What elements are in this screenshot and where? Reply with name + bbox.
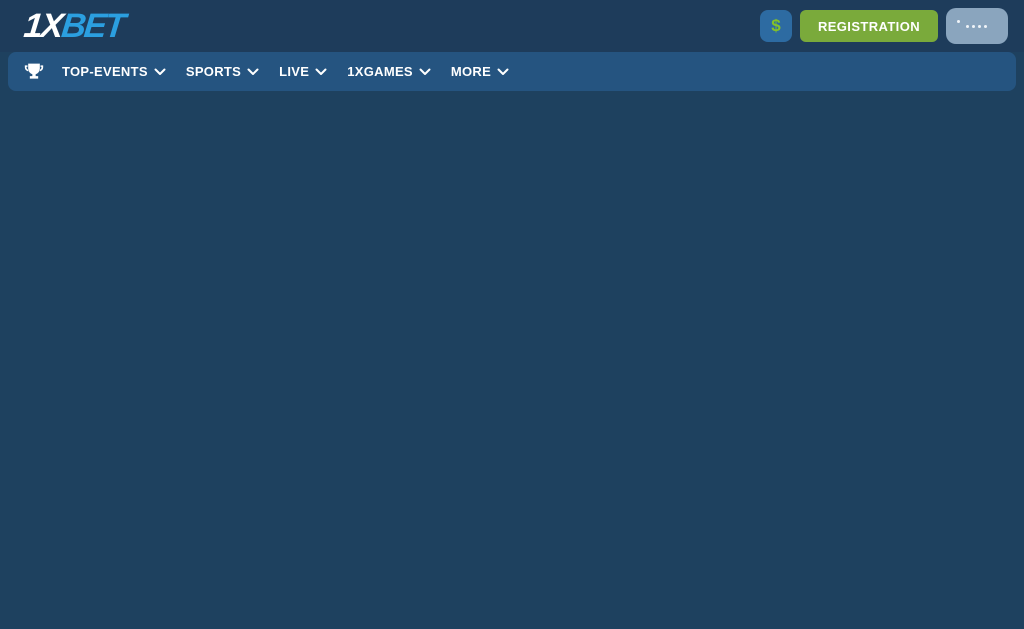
nav-item-label: 1XGAMES xyxy=(347,64,413,79)
trophy-icon xyxy=(24,62,44,82)
menu-dots-button[interactable] xyxy=(946,8,1008,44)
chevron-down-icon xyxy=(315,68,327,76)
page: 1XBET $ REGISTRATION TOP-EVENTS SPORTS L… xyxy=(0,0,1024,629)
nav-item-label: TOP-EVENTS xyxy=(62,64,148,79)
currency-button[interactable]: $ xyxy=(759,10,792,42)
nav-item-label: LIVE xyxy=(279,64,310,79)
main-content xyxy=(0,91,1024,629)
registration-button[interactable]: REGISTRATION xyxy=(799,10,938,42)
nav-item-sports[interactable]: SPORTS xyxy=(176,52,269,91)
dollar-icon: $ xyxy=(771,16,781,35)
dots-icon xyxy=(957,19,987,28)
logo-part-bet: BET xyxy=(59,7,126,45)
main-navbar: TOP-EVENTS SPORTS LIVE 1XGAMES MORE xyxy=(8,52,1016,91)
chevron-down-icon xyxy=(497,68,509,76)
header: 1XBET $ REGISTRATION xyxy=(0,0,1024,52)
nav-item-top-events[interactable]: TOP-EVENTS xyxy=(58,52,176,91)
chevron-down-icon xyxy=(419,68,431,76)
nav-item-label: MORE xyxy=(450,64,492,79)
logo[interactable]: 1XBET xyxy=(22,7,126,45)
header-actions: $ REGISTRATION xyxy=(759,8,1008,44)
nav-item-more[interactable]: MORE xyxy=(441,52,519,91)
nav-item-1xgames[interactable]: 1XGAMES xyxy=(337,52,441,91)
nav-item-label: SPORTS xyxy=(185,64,242,79)
chevron-down-icon xyxy=(154,68,166,76)
logo-part-1x: 1X xyxy=(22,7,64,45)
chevron-down-icon xyxy=(247,68,259,76)
nav-item-live[interactable]: LIVE xyxy=(269,52,337,91)
